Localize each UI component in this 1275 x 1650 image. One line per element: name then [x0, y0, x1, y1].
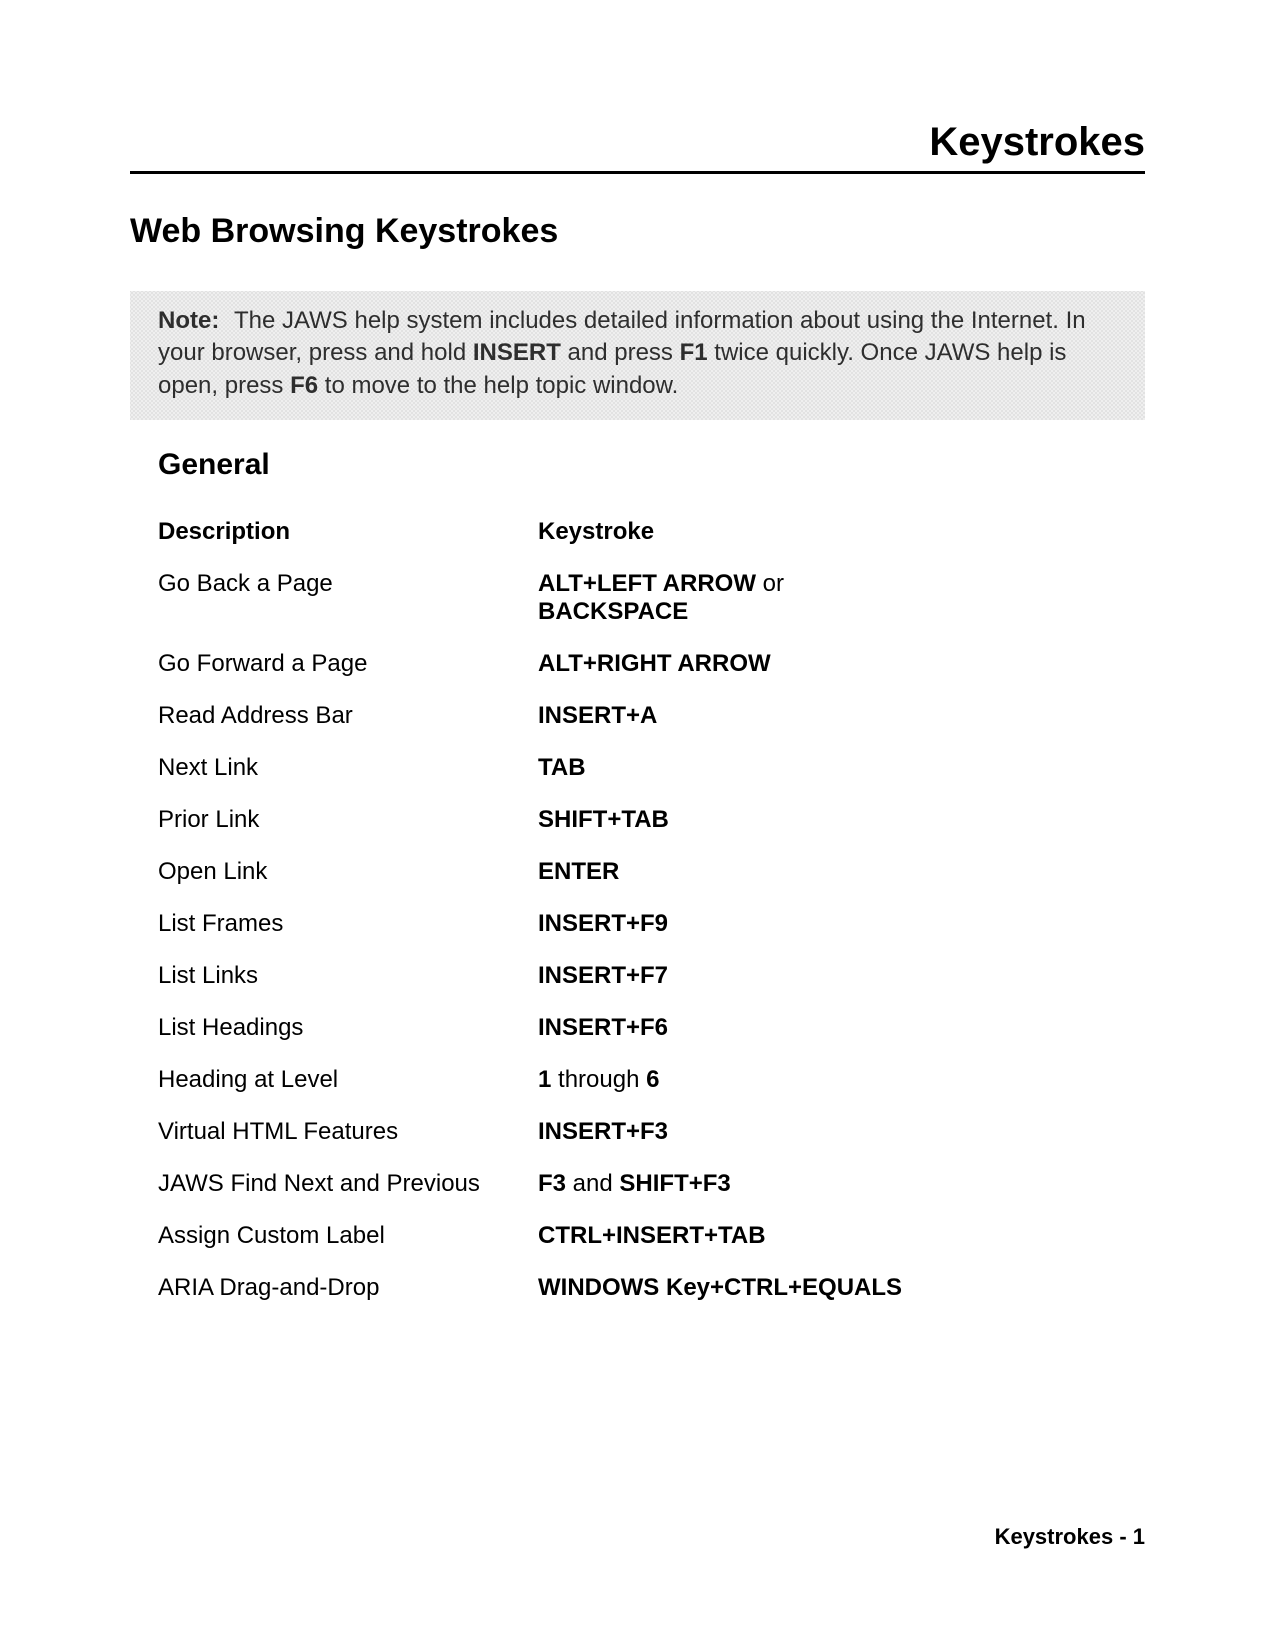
table-header-row: Description Keystroke	[158, 506, 918, 558]
note-key-f1: F1	[680, 339, 708, 366]
table-row: Next LinkTAB	[158, 742, 918, 794]
keystroke-key: 1	[538, 1066, 551, 1093]
table-row: Heading at Level1 through 6	[158, 1054, 918, 1106]
keystroke-cell: TAB	[538, 754, 918, 782]
keystroke-table: Description Keystroke Go Back a PageALT+…	[158, 506, 918, 1314]
keystroke-cell: INSERT+F7	[538, 962, 918, 990]
table-row: ARIA Drag-and-DropWINDOWS Key+CTRL+EQUAL…	[158, 1262, 918, 1314]
note-key-f6: F6	[290, 372, 318, 399]
keystroke-cell: CTRL+INSERT+TAB	[538, 1222, 918, 1250]
note-key-insert: INSERT	[473, 339, 561, 366]
table-row: List FramesINSERT+F9	[158, 898, 918, 950]
keystroke-cell: ENTER	[538, 858, 918, 886]
col-header-description: Description	[158, 518, 538, 546]
keystroke-cell: INSERT+F3	[538, 1118, 918, 1146]
page-footer: Keystrokes - 1	[995, 1524, 1145, 1550]
keystroke-key: ALT+LEFT ARROW	[538, 570, 756, 597]
description-cell: Heading at Level	[158, 1066, 538, 1094]
keystroke-key: SHIFT+F3	[619, 1170, 730, 1197]
description-cell: JAWS Find Next and Previous	[158, 1170, 538, 1198]
description-cell: Assign Custom Label	[158, 1222, 538, 1250]
description-cell: Go Back a Page	[158, 570, 538, 598]
keystroke-text: and	[566, 1170, 619, 1197]
keystroke-key: BACKSPACE	[538, 598, 688, 625]
description-cell: List Headings	[158, 1014, 538, 1042]
description-cell: Virtual HTML Features	[158, 1118, 538, 1146]
keystroke-key: WINDOWS Key+CTRL+EQUALS	[538, 1274, 902, 1301]
description-cell: List Links	[158, 962, 538, 990]
description-cell: Open Link	[158, 858, 538, 886]
description-cell: ARIA Drag-and-Drop	[158, 1274, 538, 1302]
table-row: Open LinkENTER	[158, 846, 918, 898]
table-row: Go Forward a PageALT+RIGHT ARROW	[158, 638, 918, 690]
table-row: Prior LinkSHIFT+TAB	[158, 794, 918, 846]
table-row: JAWS Find Next and PreviousF3 and SHIFT+…	[158, 1158, 918, 1210]
table-row: Go Back a PageALT+LEFT ARROW or BACKSPAC…	[158, 558, 918, 638]
keystroke-key: CTRL+INSERT+TAB	[538, 1222, 766, 1249]
keystroke-cell: ALT+RIGHT ARROW	[538, 650, 918, 678]
subsection-title: General	[158, 448, 1145, 482]
keystroke-key: F3	[538, 1170, 566, 1197]
keystroke-cell: SHIFT+TAB	[538, 806, 918, 834]
note-text-post: to move to the help topic window.	[325, 372, 679, 399]
note-box: Note: The JAWS help system includes deta…	[130, 291, 1145, 420]
description-cell: Prior Link	[158, 806, 538, 834]
keystroke-cell: ALT+LEFT ARROW or BACKSPACE	[538, 570, 918, 626]
keystroke-key: ALT+RIGHT ARROW	[538, 650, 771, 677]
keystroke-key: TAB	[538, 754, 586, 781]
keystroke-key: INSERT+A	[538, 702, 657, 729]
page-title: Keystrokes	[130, 120, 1145, 165]
keystroke-cell: INSERT+F9	[538, 910, 918, 938]
keystroke-key: INSERT+F6	[538, 1014, 668, 1041]
note-label: Note:	[158, 307, 219, 334]
keystroke-cell: INSERT+F6	[538, 1014, 918, 1042]
keystroke-key: SHIFT+TAB	[538, 806, 669, 833]
table-row: List HeadingsINSERT+F6	[158, 1002, 918, 1054]
keystroke-cell: INSERT+A	[538, 702, 918, 730]
table-row: Virtual HTML FeaturesINSERT+F3	[158, 1106, 918, 1158]
keystroke-cell: WINDOWS Key+CTRL+EQUALS	[538, 1274, 918, 1302]
keystroke-cell: 1 through 6	[538, 1066, 918, 1094]
keystroke-cell: F3 and SHIFT+F3	[538, 1170, 918, 1198]
keystroke-key: INSERT+F9	[538, 910, 668, 937]
description-cell: List Frames	[158, 910, 538, 938]
table-row: Read Address BarINSERT+A	[158, 690, 918, 742]
keystroke-key: ENTER	[538, 858, 619, 885]
keystroke-text: through	[551, 1066, 646, 1093]
keystroke-key: INSERT+F3	[538, 1118, 668, 1145]
header: Keystrokes	[130, 120, 1145, 174]
table-row: List LinksINSERT+F7	[158, 950, 918, 1002]
note-text-mid1: and press	[568, 339, 680, 366]
keystroke-key: 6	[646, 1066, 659, 1093]
keystroke-text: or	[756, 570, 784, 597]
description-cell: Go Forward a Page	[158, 650, 538, 678]
description-cell: Read Address Bar	[158, 702, 538, 730]
col-header-keystroke: Keystroke	[538, 518, 918, 546]
description-cell: Next Link	[158, 754, 538, 782]
section-title: Web Browsing Keystrokes	[130, 212, 1145, 251]
table-row: Assign Custom LabelCTRL+INSERT+TAB	[158, 1210, 918, 1262]
keystroke-key: INSERT+F7	[538, 962, 668, 989]
